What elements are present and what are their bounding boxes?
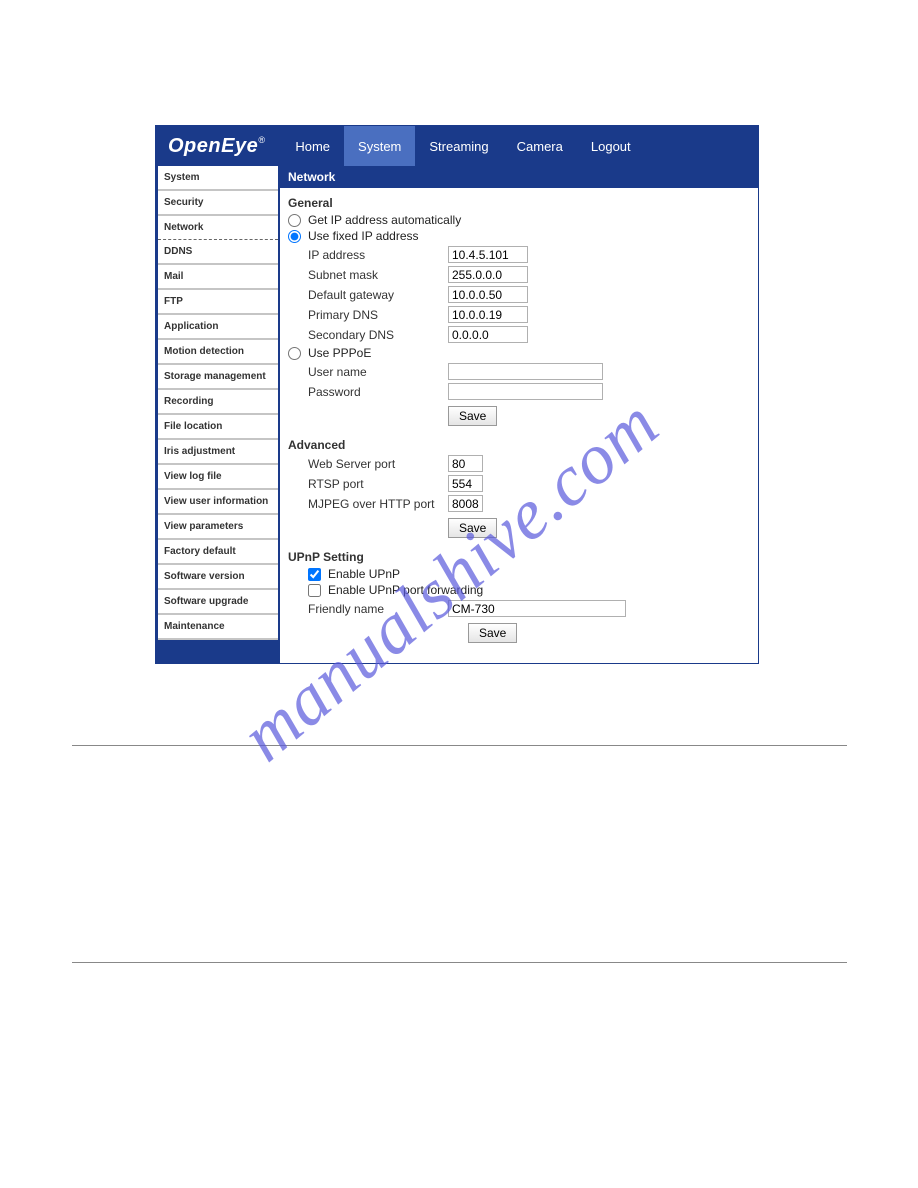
label-gateway: Default gateway	[308, 288, 448, 302]
tab-logout[interactable]: Logout	[577, 126, 645, 166]
radio-pppoe-label: Use PPPoE	[308, 346, 371, 360]
tab-system[interactable]: System	[344, 126, 415, 166]
save-advanced-button[interactable]: Save	[448, 518, 497, 538]
label-mjpeg: MJPEG over HTTP port	[308, 497, 448, 511]
label-rtsp: RTSP port	[308, 477, 448, 491]
sidebar-item-ftp[interactable]: FTP	[158, 290, 278, 315]
tab-camera[interactable]: Camera	[503, 126, 577, 166]
save-upnp-button[interactable]: Save	[468, 623, 517, 643]
label-upnp-forwarding: Enable UPnP port forwarding	[328, 583, 483, 597]
sidebar-item-software-version[interactable]: Software version	[158, 565, 278, 590]
sidebar-item-security[interactable]: Security	[158, 191, 278, 216]
radio-pppoe-row: Use PPPoE	[288, 346, 750, 360]
label-dns2: Secondary DNS	[308, 328, 448, 342]
input-username[interactable]	[448, 363, 603, 380]
radio-auto-ip[interactable]	[288, 214, 301, 227]
heading-upnp: UPnP Setting	[288, 550, 750, 564]
panel-title: Network	[280, 166, 758, 188]
sidebar-item-view-user-information[interactable]: View user information	[158, 490, 278, 515]
checkbox-upnp-forwarding[interactable]	[308, 584, 321, 597]
sidebar-item-maintenance[interactable]: Maintenance	[158, 615, 278, 640]
input-dns2[interactable]	[448, 326, 528, 343]
checkbox-enable-upnp[interactable]	[308, 568, 321, 581]
tab-streaming[interactable]: Streaming	[415, 126, 502, 166]
sidebar-item-application[interactable]: Application	[158, 315, 278, 340]
sidebar-item-system[interactable]: System	[158, 166, 278, 191]
sidebar-item-motion-detection[interactable]: Motion detection	[158, 340, 278, 365]
radio-pppoe[interactable]	[288, 347, 301, 360]
tab-home[interactable]: Home	[281, 126, 344, 166]
radio-fixed-ip-row: Use fixed IP address	[288, 229, 750, 243]
sidebar-item-view-log-file[interactable]: View log file	[158, 465, 278, 490]
label-webport: Web Server port	[308, 457, 448, 471]
sidebar-item-storage-management[interactable]: Storage management	[158, 365, 278, 390]
sidebar-item-iris-adjustment[interactable]: Iris adjustment	[158, 440, 278, 465]
label-username: User name	[308, 365, 448, 379]
divider-1	[72, 745, 847, 746]
label-ip: IP address	[308, 248, 448, 262]
save-general-button[interactable]: Save	[448, 406, 497, 426]
label-mask: Subnet mask	[308, 268, 448, 282]
input-friendly-name[interactable]	[448, 600, 626, 617]
sidebar-item-mail[interactable]: Mail	[158, 265, 278, 290]
label-friendly-name: Friendly name	[308, 602, 448, 616]
input-mjpeg[interactable]	[448, 495, 483, 512]
radio-fixed-ip-label: Use fixed IP address	[308, 229, 419, 243]
input-webport[interactable]	[448, 455, 483, 472]
topnav: Home System Streaming Camera Logout	[281, 126, 644, 166]
admin-panel: OpenEye® Home System Streaming Camera Lo…	[155, 125, 759, 664]
input-ip[interactable]	[448, 246, 528, 263]
sidebar: System Security Network DDNS Mail FTP Ap…	[156, 166, 280, 663]
heading-advanced: Advanced	[288, 438, 750, 452]
topbar: OpenEye® Home System Streaming Camera Lo…	[156, 126, 758, 166]
input-dns1[interactable]	[448, 306, 528, 323]
input-gateway[interactable]	[448, 286, 528, 303]
sidebar-item-factory-default[interactable]: Factory default	[158, 540, 278, 565]
sidebar-item-ddns[interactable]: DDNS	[158, 240, 278, 265]
sidebar-item-view-parameters[interactable]: View parameters	[158, 515, 278, 540]
input-mask[interactable]	[448, 266, 528, 283]
label-enable-upnp: Enable UPnP	[328, 567, 400, 581]
input-password[interactable]	[448, 383, 603, 400]
sidebar-item-file-location[interactable]: File location	[158, 415, 278, 440]
sidebar-item-recording[interactable]: Recording	[158, 390, 278, 415]
divider-2	[72, 962, 847, 963]
radio-auto-ip-label: Get IP address automatically	[308, 213, 461, 227]
label-dns1: Primary DNS	[308, 308, 448, 322]
brand-logo: OpenEye®	[168, 135, 281, 158]
sidebar-item-network[interactable]: Network	[158, 216, 278, 240]
main-panel: Network General Get IP address automatic…	[280, 166, 758, 663]
heading-general: General	[288, 196, 750, 210]
sidebar-item-software-upgrade[interactable]: Software upgrade	[158, 590, 278, 615]
radio-fixed-ip[interactable]	[288, 230, 301, 243]
content: General Get IP address automatically Use…	[280, 188, 758, 663]
label-password: Password	[308, 385, 448, 399]
radio-auto-ip-row: Get IP address automatically	[288, 213, 750, 227]
input-rtsp[interactable]	[448, 475, 483, 492]
